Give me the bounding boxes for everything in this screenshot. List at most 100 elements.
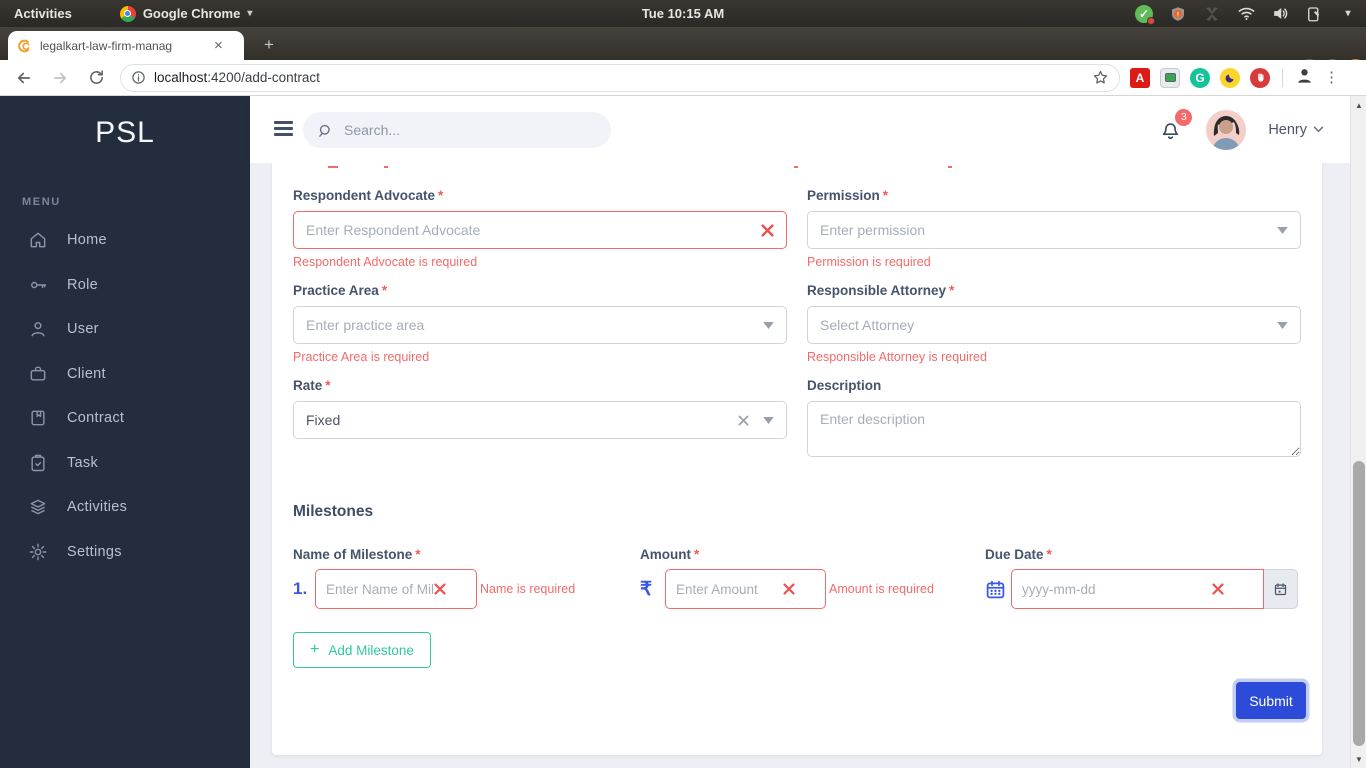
practice-area-error: Practice Area is required — [293, 350, 430, 364]
datepicker-toggle-button[interactable] — [1264, 569, 1298, 609]
wifi-icon[interactable] — [1236, 4, 1256, 24]
profile-icon[interactable] — [1295, 66, 1314, 90]
sidebar-item-user[interactable]: User — [0, 307, 250, 352]
description-label: Description — [807, 378, 882, 393]
responsible-attorney-select[interactable]: Select Attorney — [807, 306, 1301, 344]
home-icon — [30, 232, 46, 248]
sidebar-item-contract[interactable]: Contract — [0, 396, 250, 441]
rate-value: Fixed — [306, 412, 341, 428]
sidebar-item-activities[interactable]: Activities — [0, 485, 250, 530]
bookmark-star-icon[interactable] — [1092, 69, 1109, 86]
sidebar-item-settings[interactable]: Settings — [0, 530, 250, 575]
hamburger-menu-icon[interactable] — [274, 121, 293, 139]
rate-select[interactable]: Fixed — [293, 401, 787, 439]
submit-button[interactable]: Submit — [1236, 682, 1306, 719]
responsible-attorney-error: Responsible Attorney is required — [807, 350, 987, 364]
ubuntu-top-bar: Activities Google Chrome ▾ Tue 10:15 AM … — [0, 0, 1366, 27]
practice-area-field: Practice Area * Enter practice area Pract… — [293, 283, 787, 365]
browser-menu-icon[interactable]: ⋮ — [1324, 70, 1339, 85]
grammarly-extension-icon[interactable]: G — [1190, 67, 1210, 88]
dark-reader-extension-icon[interactable] — [1220, 67, 1240, 88]
angular-extension-icon[interactable]: A — [1130, 67, 1150, 88]
chrome-app-menu[interactable]: Google Chrome ▾ — [119, 5, 252, 22]
clipped-text-fragment — [948, 166, 952, 168]
chrome-app-menu-label: Google Chrome — [142, 6, 241, 21]
description-textarea[interactable] — [807, 401, 1301, 457]
sidebar-item-label: Task — [67, 454, 99, 471]
permission-select[interactable]: Enter permission — [807, 211, 1301, 249]
page-info-icon[interactable] — [131, 70, 146, 85]
sidebar-item-role[interactable]: Role — [0, 263, 250, 308]
tray-chevron-down-icon[interactable]: ▾ — [1338, 4, 1358, 24]
shield-alert-icon[interactable]: ! — [1168, 4, 1188, 24]
clipped-text-fragment — [384, 166, 388, 168]
scrollbar-thumb[interactable] — [1353, 461, 1365, 746]
sync-status-icon[interactable]: ✓ — [1134, 4, 1155, 25]
browser-scrollbar[interactable]: ▲ ▼ — [1350, 96, 1366, 768]
search-box[interactable] — [303, 112, 611, 148]
clear-error-icon[interactable] — [783, 583, 795, 595]
clear-error-icon[interactable] — [434, 583, 446, 595]
activities-button[interactable]: Activities — [14, 6, 72, 21]
sidebar-item-label: Home — [67, 232, 107, 249]
volume-icon[interactable] — [1270, 4, 1290, 24]
chrome-logo-icon — [119, 5, 136, 22]
gear-icon — [29, 543, 47, 561]
key-icon — [31, 281, 47, 288]
address-bar[interactable]: localhost:4200/add-contract — [120, 63, 1120, 92]
avatar[interactable] — [1206, 109, 1247, 150]
blocker-extension-icon[interactable] — [1250, 67, 1270, 88]
milestone-name-label: Name of Milestone * — [293, 547, 421, 562]
new-tab-button[interactable]: + — [256, 35, 282, 57]
scroll-down-arrow[interactable]: ▼ — [1351, 752, 1366, 766]
description-field: Description — [807, 378, 1301, 462]
respondent-advocate-field: Respondent Advocate* Respondent Advocate… — [293, 188, 787, 270]
permission-error: Permission is required — [807, 255, 931, 269]
sidebar-item-label: Contract — [67, 410, 125, 427]
browser-tab[interactable]: legalkart-law-firm-manag × — [8, 31, 244, 60]
respondent-advocate-error: Respondent Advocate is required — [293, 255, 478, 269]
screenshot-extension-icon[interactable] — [1160, 67, 1180, 88]
tab-favicon — [16, 38, 32, 54]
notifications-button[interactable]: 3 — [1158, 108, 1193, 143]
rate-field: Rate * Fixed — [293, 378, 787, 462]
menu-section-label: MENU — [22, 196, 61, 208]
permission-field: Permission * Enter permission Permission … — [807, 188, 1301, 270]
search-input[interactable] — [344, 122, 574, 138]
add-milestone-button[interactable]: + Add Milestone — [293, 632, 431, 668]
clear-error-icon[interactable] — [1212, 583, 1224, 595]
milestone-due-date-input[interactable] — [1022, 581, 1212, 597]
clipboard-check-icon — [31, 454, 45, 471]
form-card: Respondent Advocate* Respondent Advocate… — [272, 163, 1322, 755]
forward-button[interactable] — [48, 66, 72, 90]
battery-input-icon[interactable] — [1304, 4, 1324, 24]
reload-button[interactable] — [84, 66, 108, 90]
scroll-up-arrow[interactable]: ▲ — [1351, 98, 1366, 112]
main-area: 3 Henry Respondent Advocate* — [250, 96, 1350, 768]
browser-toolbar: localhost:4200/add-contract A G ⋮ — [0, 60, 1366, 96]
responsible-attorney-label: Responsible Attorney * — [807, 283, 955, 298]
datepicker-calendar-icon — [1274, 582, 1287, 595]
clear-selection-icon[interactable] — [738, 415, 749, 426]
back-button[interactable] — [12, 66, 36, 90]
clipped-text-fragment — [794, 166, 798, 168]
search-icon — [319, 124, 330, 137]
milestone-name-input[interactable] — [326, 581, 434, 597]
browser-tab-strip: legalkart-law-firm-manag × + – ▢ × — [0, 27, 1366, 80]
clear-error-icon[interactable] — [761, 223, 774, 237]
tab-close-icon[interactable]: × — [214, 38, 223, 53]
user-menu[interactable]: Henry — [1268, 122, 1324, 138]
app-sidebar: PSL MENU Home Role User Client Contract … — [0, 96, 250, 768]
chevron-down-icon — [1277, 321, 1288, 329]
respondent-advocate-input[interactable] — [306, 222, 761, 238]
pinwheel-app-icon[interactable] — [1202, 4, 1222, 24]
sidebar-item-label: Client — [67, 365, 106, 382]
practice-area-select[interactable]: Enter practice area — [293, 306, 787, 344]
sidebar-item-home[interactable]: Home — [0, 218, 250, 263]
milestone-amount-input[interactable] — [676, 581, 783, 597]
sidebar-item-task[interactable]: Task — [0, 441, 250, 486]
extensions-row: A G ⋮ — [1130, 66, 1339, 90]
url-text: localhost:4200/add-contract — [154, 70, 320, 85]
sidebar-item-client[interactable]: Client — [0, 352, 250, 397]
clipped-text-fragment — [328, 166, 338, 168]
